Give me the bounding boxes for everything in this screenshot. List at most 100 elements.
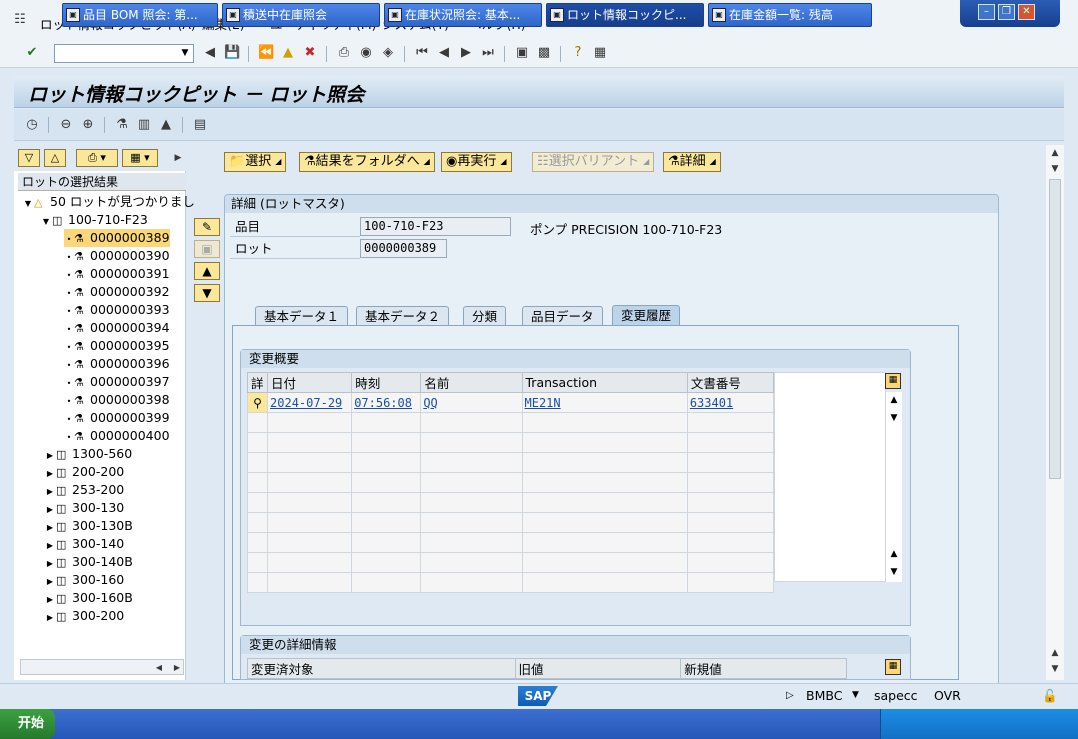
save-icon[interactable]: 💾 [224, 45, 240, 61]
scroll-up-icon[interactable]: ▲ [886, 546, 902, 562]
scroll-down-icon[interactable]: ▼ [1047, 661, 1063, 677]
tree-material-node[interactable]: ▶ ◫ 300-130B [44, 517, 133, 535]
cell-name[interactable]: QQ [420, 392, 523, 413]
status-arrow-icon[interactable]: ▷ [786, 690, 794, 701]
scroll-down-icon[interactable]: ▼ [886, 564, 902, 580]
cell-transaction[interactable]: ME21N [521, 392, 688, 413]
tree-lot-item[interactable]: • ⚗ 0000000390 [64, 247, 170, 265]
results-to-folder-button[interactable]: ⚗結果をフォルダへ ◢ [299, 152, 435, 172]
table-row[interactable] [246, 412, 775, 433]
new-session-icon[interactable]: ▣ [514, 45, 530, 61]
tree-material-node[interactable]: ▶ ◫ 300-160 [44, 571, 124, 589]
scroll-thumb[interactable] [1049, 179, 1061, 479]
status-system[interactable]: BMBC [806, 688, 842, 703]
back-arrow-icon[interactable]: ◀ [202, 45, 218, 61]
lot-field[interactable]: 0000000389 [360, 239, 447, 258]
col-name[interactable]: 名前 [420, 372, 523, 393]
scroll-down-icon[interactable]: ▼ [194, 284, 220, 302]
col-date[interactable]: 日付 [267, 372, 353, 393]
table-row[interactable]: ⚲ 2024-07-29 07:56:08 QQ ME21N 633401 [246, 392, 775, 413]
zoom-out-icon[interactable]: ⊖ [58, 117, 74, 133]
expanded-arrow-icon[interactable]: ▼ [40, 213, 52, 231]
scroll-up-icon[interactable]: ▲ [886, 392, 902, 408]
scroll-down-icon[interactable]: ▼ [886, 410, 902, 426]
enter-check-icon[interactable]: ✔ [24, 45, 40, 61]
table-row[interactable] [246, 512, 775, 533]
tree-root[interactable]: ▼ △ 50 ロットが見つかりまし [22, 193, 195, 211]
table-row[interactable] [246, 432, 775, 453]
layout-dropdown-button[interactable]: ▦ ▾ [122, 149, 158, 167]
execute-clock-icon[interactable]: ◷ [24, 117, 40, 133]
tree-material-node[interactable]: ▶ ◫ 200-200 [44, 463, 124, 481]
start-button[interactable]: 开始 [0, 709, 55, 739]
task-stock-in-transit[interactable]: ▣ 積送中在庫照会 [222, 3, 380, 27]
tree-material-node[interactable]: ▼ ◫ 100-710-F23 [40, 211, 148, 229]
find-icon[interactable]: ◉ [358, 45, 374, 61]
first-page-icon[interactable]: ⏮ [414, 45, 430, 61]
expand-all-icon[interactable]: ▽ [18, 149, 40, 167]
menu-window-icon[interactable]: ☷ [12, 12, 28, 28]
table-row[interactable] [246, 492, 775, 513]
tree-material-node[interactable]: ▶ ◫ 300-200 [44, 607, 124, 625]
print-dropdown-button[interactable]: ⎙ ▾ [76, 149, 118, 167]
tree-lot-item[interactable]: • ⚗ 0000000399 [64, 409, 170, 427]
tree-material-node[interactable]: ▶ ◫ 300-140B [44, 553, 133, 571]
tree-lot-item[interactable]: • ⚗ 0000000394 [64, 319, 170, 337]
task-bom-display[interactable]: ▣ 品目 BOM 照会: 第... [62, 3, 218, 27]
tree-lot-item[interactable]: • ⚗ 0000000395 [64, 337, 170, 355]
detail-magnifier-icon[interactable]: ⚲ [246, 392, 269, 413]
scroll-up-icon[interactable]: ▲ [1047, 645, 1063, 661]
table-row[interactable] [246, 552, 775, 573]
scroll-up-icon[interactable]: ▲ [194, 262, 220, 280]
shortcut-icon[interactable]: ▩ [536, 45, 552, 61]
scroll-left-icon[interactable]: ◀ [151, 660, 167, 676]
chevron-down-icon[interactable]: ▼ [852, 690, 859, 700]
edit-pencil-icon[interactable]: ✎ [194, 218, 220, 236]
back-icon[interactable]: ⏪ [258, 45, 274, 61]
collapse-all-icon[interactable]: △ [44, 149, 66, 167]
previous-page-icon[interactable]: ◀ [436, 45, 452, 61]
rerun-button[interactable]: ◉再実行 ◢ [441, 152, 512, 172]
restore-icon[interactable]: ❐ [998, 4, 1015, 20]
batch-icon[interactable]: ⚗ [114, 117, 130, 133]
scroll-right-icon[interactable]: ▶ [169, 660, 185, 676]
cancel-icon[interactable]: ✖ [302, 45, 318, 61]
tree-horizontal-scrollbar[interactable]: ▶ ◀ [20, 659, 184, 675]
material-field[interactable]: 100-710-F23 [360, 217, 511, 236]
tree-lot-item[interactable]: • ⚗ 0000000391 [64, 265, 170, 283]
tab-basic-data-2[interactable]: 基本データ２ [356, 306, 450, 326]
tree-material-node[interactable]: ▶ ◫ 300-130 [44, 499, 124, 517]
scroll-up-icon[interactable]: ▲ [1047, 145, 1063, 161]
scroll-down-icon[interactable]: ▼ [1047, 161, 1063, 177]
last-page-icon[interactable]: ⏭ [480, 45, 496, 61]
col-old-value[interactable]: 旧値 [514, 658, 682, 679]
table-row[interactable] [246, 452, 775, 473]
expanded-arrow-icon[interactable]: ▼ [22, 195, 34, 213]
tree-lot-item[interactable]: • ⚗ 0000000392 [64, 283, 170, 301]
select-variant-button[interactable]: ☷選択バリアント ◢ [532, 152, 655, 172]
tab-classification[interactable]: 分類 [463, 306, 507, 326]
task-lot-cockpit[interactable]: ▣ ロット情報コックピ... [546, 3, 704, 27]
tab-basic-data-1[interactable]: 基本データ１ [255, 306, 349, 326]
tree-lot-item[interactable]: • ⚗ 0000000397 [64, 373, 170, 391]
print-icon[interactable]: ⎙ [336, 45, 352, 61]
col-new-value[interactable]: 新規値 [680, 658, 847, 679]
tree-lot-item[interactable]: • ⚗ 0000000389 [64, 229, 170, 247]
table-row[interactable] [246, 472, 775, 493]
table-settings-icon[interactable]: ▦ [885, 373, 901, 389]
chevron-right-icon[interactable]: ▶ [170, 150, 186, 166]
task-stock-overview[interactable]: ▣ 在庫状況照会: 基本... [384, 3, 542, 27]
cell-date[interactable]: 2024-07-29 [267, 392, 353, 413]
tree-material-node[interactable]: ▶ ◫ 253-200 [44, 481, 124, 499]
select-button[interactable]: 📁選択 ◢ [224, 152, 287, 172]
cell-time[interactable]: 07:56:08 [351, 392, 422, 413]
chevron-down-icon[interactable]: ▼ [177, 45, 193, 62]
tree-lot-item[interactable]: • ⚗ 0000000400 [64, 427, 170, 445]
tab-material-data[interactable]: 品目データ [522, 306, 603, 326]
tree-lot-item[interactable]: • ⚗ 0000000398 [64, 391, 170, 409]
close-icon[interactable]: ✕ [1018, 4, 1035, 20]
task-stock-value-list[interactable]: ▣ 在庫金額一覧: 残高 [708, 3, 872, 27]
minimize-icon[interactable]: – [978, 4, 995, 20]
tree-lot-item[interactable]: • ⚗ 0000000393 [64, 301, 170, 319]
hierarchy-icon[interactable]: ▥ [136, 117, 152, 133]
